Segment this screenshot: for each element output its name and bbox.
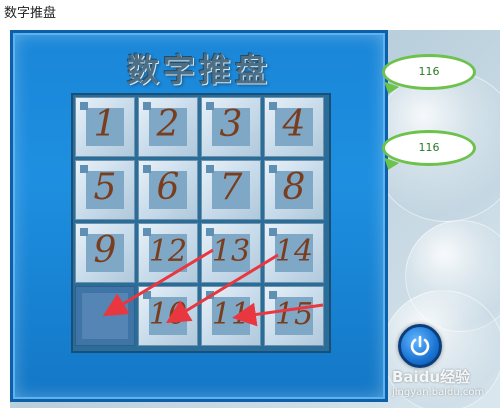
puzzle-tile-12[interactable]: 12 (138, 223, 198, 283)
puzzle-tile-2[interactable]: 2 (138, 97, 198, 157)
puzzle-tile-13[interactable]: 13 (201, 223, 261, 283)
puzzle-tile-8[interactable]: 8 (264, 160, 324, 220)
puzzle-tile-4[interactable]: 4 (264, 97, 324, 157)
page-title: 数字推盘 (4, 6, 57, 21)
move-counter-bottom: 116 (382, 130, 476, 166)
tile-number: 11 (211, 297, 251, 332)
game-stage: 数字推盘 1 2 3 4 5 6 7 8 9 12 13 14 10 11 15 116 116 Baidu… (10, 30, 500, 408)
tile-number: 2 (156, 104, 180, 145)
tile-number: 9 (93, 230, 117, 271)
move-counter-value: 116 (418, 141, 440, 154)
move-counter-top: 116 (382, 54, 476, 90)
power-button[interactable] (398, 324, 442, 368)
watermark: Baidu经验 jingyan.baidu.com (392, 366, 484, 398)
move-counter-value: 116 (418, 65, 440, 78)
puzzle-tile-7[interactable]: 7 (201, 160, 261, 220)
puzzle-tile-11[interactable]: 11 (201, 286, 261, 346)
puzzle-tile-3[interactable]: 3 (201, 97, 261, 157)
puzzle-tile-9[interactable]: 9 (75, 223, 135, 283)
power-icon (410, 335, 430, 356)
watermark-url: jingyan.baidu.com (392, 387, 485, 398)
puzzle-tile-1[interactable]: 1 (75, 97, 135, 157)
puzzle-tile-15[interactable]: 15 (264, 286, 324, 346)
tile-number: 5 (93, 167, 117, 208)
puzzle-tile-14[interactable]: 14 (264, 223, 324, 283)
tile-number: 8 (282, 167, 306, 208)
puzzle-tile-10[interactable]: 10 (138, 286, 198, 346)
game-panel: 数字推盘 1 2 3 4 5 6 7 8 9 12 13 14 10 11 15 (10, 30, 388, 402)
tile-number: 15 (274, 297, 314, 332)
puzzle-tile-5[interactable]: 5 (75, 160, 135, 220)
tile-number: 14 (274, 234, 314, 269)
tile-number: 6 (156, 167, 180, 208)
tile-number: 13 (211, 234, 251, 269)
puzzle-empty-cell[interactable] (75, 286, 135, 346)
tile-number: 12 (148, 234, 188, 269)
tile-number: 4 (282, 104, 306, 145)
puzzle-board: 1 2 3 4 5 6 7 8 9 12 13 14 10 11 15 (71, 93, 331, 353)
game-title: 数字推盘 (126, 51, 271, 89)
tile-number: 1 (93, 104, 117, 145)
tile-number: 10 (148, 297, 188, 332)
puzzle-tile-6[interactable]: 6 (138, 160, 198, 220)
tile-number: 7 (219, 167, 243, 208)
tile-number: 3 (219, 104, 243, 145)
watermark-main: Baidu经验 (392, 368, 471, 386)
